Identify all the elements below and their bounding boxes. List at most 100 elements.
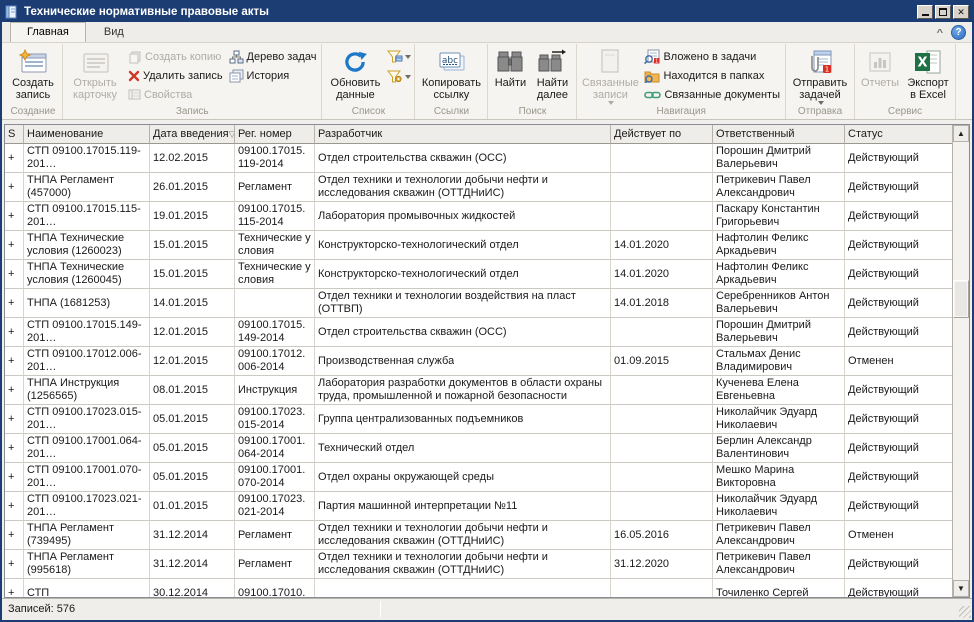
expand-cell[interactable]: + [5,289,24,318]
cell-text: СТП 09100.17001.070-201… [27,464,146,490]
column-header-responsible[interactable]: Ответственный [713,125,845,144]
history-button[interactable]: История [226,66,320,85]
expand-cell[interactable]: + [5,434,24,463]
properties-button[interactable]: Свойства [125,85,226,104]
status-cell: Отменен [845,347,952,376]
table-row[interactable]: + СТП 09100.17001.070-201… 05.01.2015 09… [5,463,952,492]
delete-record-button[interactable]: Удалить запись [125,66,226,85]
table-row[interactable]: + СТП 09100.17023.021-201… 01.01.2015 09… [5,492,952,521]
column-header-expand[interactable]: S [5,125,24,144]
refresh-data-button[interactable]: Обновить данные [324,45,386,101]
status-cell: Действующий [845,144,952,173]
column-header-valid-until[interactable]: Действует по [611,125,713,144]
expand-cell[interactable]: + [5,550,24,579]
task-tree-icon [229,50,244,64]
table-row[interactable]: + ТНПА (1681253) 14.01.2015 Отдел техник… [5,289,952,318]
related-records-button[interactable]: Связанные записи [579,45,641,105]
in-folders-button[interactable]: Находится в папках [641,66,783,85]
developer-cell [315,579,611,597]
expand-cell[interactable]: + [5,463,24,492]
table-row[interactable]: + СТП 09100.17015.115-201… 19.01.2015 09… [5,202,952,231]
related-documents-button[interactable]: Связанные документы [641,85,783,104]
minimize-button[interactable] [917,5,933,19]
tab-glavnaya[interactable]: Главная [10,22,86,42]
tab-vid[interactable]: Вид [88,23,140,42]
table-row[interactable]: + СТП 09100.17012.006-201… 12.01.2015 09… [5,347,952,376]
valid-until-cell [611,173,713,202]
expand-cell[interactable]: + [5,144,24,173]
filter-settings-button[interactable] [386,69,412,85]
column-header-developer[interactable]: Разработчик [315,125,611,144]
cell-text: 01.01.2015 [153,500,208,513]
cell-text: 08.01.2015 [153,384,208,397]
collapse-ribbon-icon[interactable]: ^ [937,28,943,38]
responsible-cell: Стальмах Денис Владимирович [713,347,845,376]
cell-text: ТНПА (1681253) [27,297,110,310]
cell-text: 09100.17015.149-2014 [238,319,311,345]
reg-cell: 09100.17001.070-2014 [235,463,315,492]
expand-cell[interactable]: + [5,231,24,260]
table-row[interactable]: + СТП 09100.17023.015-201… 05.01.2015 09… [5,405,952,434]
name-cell: ТНПА Регламент (739495) [24,521,150,550]
expand-cell[interactable]: + [5,521,24,550]
expand-cell[interactable]: + [5,405,24,434]
date-cell: 19.01.2015 [150,202,235,231]
create-record-button[interactable]: Создать запись [6,45,60,101]
date-cell: 05.01.2015 [150,405,235,434]
valid-until-cell: 14.01.2018 [611,289,713,318]
status-cell: Действующий [845,202,952,231]
records-count: Записей: 576 [8,603,75,615]
table-row[interactable]: + СТП 09100.17015.119-201… 12.02.2015 09… [5,144,952,173]
help-icon[interactable]: ? [951,25,966,40]
table-row[interactable]: + ТНПА Регламент (739495) 31.12.2014 Рег… [5,521,952,550]
send-task-button[interactable]: 1 Отправить задачей [788,45,852,105]
column-header-status[interactable]: Статус [845,125,952,144]
table-row[interactable]: + ТНПА Технические условия (1260045) 15.… [5,260,952,289]
expand-cell[interactable]: + [5,173,24,202]
table-row[interactable]: + ТНПА Регламент (995618) 31.12.2014 Рег… [5,550,952,579]
cell-text: СТП 09100.17015.149-201… [27,319,146,345]
cell-text: 09100.17012.006-2014 [238,348,311,374]
open-card-button[interactable]: Открыть карточку [65,45,125,101]
expand-cell[interactable]: + [5,579,24,597]
in-tasks-button[interactable]: 1 Вложено в задачи [641,47,783,66]
copy-link-button[interactable]: abc Копировать ссылку [417,45,485,101]
export-excel-button[interactable]: X Экспорт в Excel [903,45,953,101]
table-row[interactable]: + ТНПА Инструкция (1256565) 08.01.2015 И… [5,376,952,405]
svg-text:1: 1 [656,59,659,64]
table-row[interactable]: + СТП 09100.17015.149-201… 12.01.2015 09… [5,318,952,347]
column-header-name[interactable]: Наименование [24,125,150,144]
expand-cell[interactable]: + [5,202,24,231]
create-copy-button[interactable]: Создать копию [125,47,226,66]
find-next-button[interactable]: Найти далее [530,45,574,101]
task-tree-button[interactable]: Дерево задач [226,47,320,66]
reports-button[interactable]: Отчеты [857,45,903,89]
table-row[interactable]: + ТНПА Технические условия (1260023) 15.… [5,231,952,260]
scroll-down-icon[interactable]: ▼ [953,580,969,597]
expand-cell[interactable]: + [5,347,24,376]
table-row[interactable]: + СТП 09100.17001.064-201… 05.01.2015 09… [5,434,952,463]
reports-icon [867,47,893,77]
resize-grip[interactable] [959,606,971,618]
cell-text: СТП [27,587,49,598]
date-cell: 15.01.2015 [150,231,235,260]
find-button[interactable]: Найти [490,45,530,89]
close-button[interactable]: ✕ [953,5,969,19]
cell-text: Конструкторско-технологический отдел [318,239,519,252]
scrollbar-thumb[interactable] [953,280,969,318]
expand-cell[interactable]: + [5,318,24,347]
table-row[interactable]: + ТНПА Регламент (457000) 26.01.2015 Рег… [5,173,952,202]
column-header-date[interactable]: Дата введения ▽ [150,125,235,144]
table-row[interactable]: + СТП 30.12.2014 09100.17010. Точиленко … [5,579,952,597]
scroll-up-icon[interactable]: ▲ [953,125,969,142]
filter-list-button[interactable] [386,49,412,65]
vertical-scrollbar[interactable]: ▲ ▼ [952,125,969,597]
valid-until-cell [611,579,713,597]
cell-text: 09100.17015.115-2014 [238,203,311,229]
column-header-reg[interactable]: Рег. номер [235,125,315,144]
expand-cell[interactable]: + [5,260,24,289]
maximize-button[interactable] [935,5,951,19]
cell-text: СТП 09100.17001.064-201… [27,435,146,461]
expand-cell[interactable]: + [5,492,24,521]
expand-cell[interactable]: + [5,376,24,405]
